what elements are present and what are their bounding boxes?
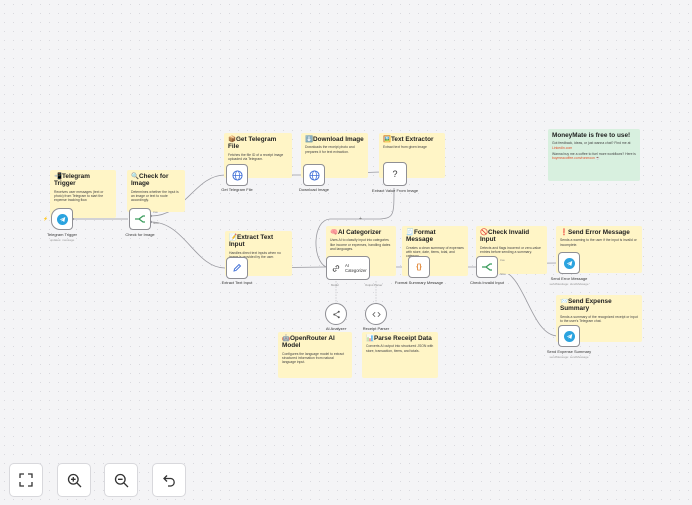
node-sub: sendMessage: sendMessage xyxy=(549,282,589,286)
note-desc: Determines whether the input is an image… xyxy=(131,189,179,203)
zoom-in-icon xyxy=(67,473,81,487)
coffee-link[interactable]: buymeacoffee.com/ronmoon xyxy=(552,156,595,160)
false-branch-label: false xyxy=(153,221,159,225)
share-nodes-icon xyxy=(332,310,340,318)
node-extract-value-from-image[interactable]: ? xyxy=(383,162,407,186)
parser-port-label: Output Parser xyxy=(365,283,383,287)
note-parse-receipt[interactable]: 📊Parse Receipt Data Converts AI output i… xyxy=(362,332,438,378)
if-icon xyxy=(482,263,492,271)
note-desc: Extract text from given image xyxy=(383,145,427,150)
node-send-error-message[interactable] xyxy=(558,252,580,274)
note-desc: Uses AI to classify input into categorie… xyxy=(330,238,391,251)
note-title: 📲Telegram Trigger xyxy=(54,173,90,188)
note-title: 📨Send Expense Summary xyxy=(560,298,612,313)
note-title: 📦Get Telegram File xyxy=(228,136,277,151)
node-label: Check for Image xyxy=(125,232,155,237)
linkedin-link[interactable]: LinkedIn.com xyxy=(552,146,572,150)
note-check-image[interactable]: 🔍Check for Image Determines whether the … xyxy=(127,170,185,212)
telegram-icon xyxy=(563,257,575,269)
note-title: 🤖OpenRouter AI Model xyxy=(282,335,335,350)
note-title: 🖼️Text Extractor xyxy=(383,136,434,143)
telegram-icon xyxy=(563,330,575,342)
node-label: Receipt Parser xyxy=(362,326,390,331)
note-desc: Wanna buy me a coffee to fuel more workf… xyxy=(552,152,636,161)
zoom-out-button[interactable] xyxy=(104,463,138,497)
workflow-canvas[interactable]: + ⚡ 📲Telegram Trigger Receives user mess… xyxy=(0,0,692,505)
note-desc: Sends a summary of the recognized receip… xyxy=(560,314,638,324)
zoom-out-icon xyxy=(114,473,128,487)
node-label: Download Image xyxy=(298,187,330,192)
globe-icon xyxy=(308,169,320,181)
note-moneymate[interactable]: MoneyMate is free to use! Got feedback, … xyxy=(548,129,640,181)
model-port-label: Model xyxy=(331,283,339,287)
note-desc: Got feedback, ideas, or just wanna chat?… xyxy=(552,141,636,150)
node-ai-categorizer[interactable]: AI Categorizer xyxy=(326,256,370,280)
pencil-icon xyxy=(233,263,242,272)
note-desc: Downloads the receipt photo and prepares… xyxy=(305,145,355,154)
node-label: Extract Value From Image xyxy=(371,188,419,193)
true-branch-label: true xyxy=(153,210,158,214)
node-label: Format Summary Message xyxy=(394,280,444,285)
coffee-emoji: ☕ xyxy=(595,156,601,161)
note-desc: Configures the language model to extract… xyxy=(282,351,345,365)
if-icon xyxy=(135,215,145,223)
note-title: 📝Extract Text Input xyxy=(229,234,274,249)
zoom-in-button[interactable] xyxy=(57,463,91,497)
node-inline-label: AI Categorizer xyxy=(345,263,367,273)
node-sub: sendMessage: sendMessage xyxy=(549,355,589,359)
note-title: ❗Send Error Message xyxy=(560,229,630,236)
node-telegram-trigger[interactable] xyxy=(51,208,73,230)
note-title: 🧾Format Message xyxy=(406,229,436,244)
fit-view-icon xyxy=(19,473,33,487)
note-title: ⬇️Download Image xyxy=(305,136,364,143)
note-title: 🧠AI Categorizer xyxy=(330,229,382,236)
node-download-image[interactable] xyxy=(303,164,325,186)
code-icon xyxy=(371,311,381,317)
node-label: Get Telegram File xyxy=(221,187,253,192)
node-label: Extract Text Input xyxy=(221,280,253,285)
true-branch-label: true xyxy=(500,258,505,262)
undo-button[interactable] xyxy=(152,463,186,497)
note-title: MoneyMate is free to use! xyxy=(552,132,631,139)
note-desc: Receives user messages (text or photo) f… xyxy=(54,189,104,203)
false-branch-label: false xyxy=(500,272,506,276)
note-title: 🚫Check Invalid Input xyxy=(480,229,530,244)
link-icon xyxy=(332,264,340,272)
node-sub: updates: message xyxy=(49,238,75,242)
node-ai-analyzer[interactable] xyxy=(325,303,347,325)
node-format-summary-message[interactable]: {} xyxy=(408,256,430,278)
note-title: 🔍Check for Image xyxy=(131,173,169,188)
fit-view-button[interactable] xyxy=(9,463,43,497)
telegram-icon xyxy=(56,213,68,225)
node-receipt-parser[interactable] xyxy=(365,303,387,325)
code-braces-icon: {} xyxy=(416,263,422,271)
note-openrouter[interactable]: 🤖OpenRouter AI Model Configures the lang… xyxy=(278,332,352,378)
globe-icon xyxy=(231,169,243,181)
undo-icon xyxy=(162,474,175,487)
node-send-expense-summary[interactable] xyxy=(558,325,580,347)
question-icon: ? xyxy=(392,169,398,179)
node-check-image[interactable] xyxy=(129,208,151,230)
node-check-invalid-input[interactable] xyxy=(476,256,498,278)
note-title: 📊Parse Receipt Data xyxy=(366,335,432,342)
note-desc: Fetches the file ID of a receipt image u… xyxy=(228,152,284,162)
note-desc: Detects and flags incorrect or zero-valu… xyxy=(480,245,541,255)
node-label: Check Invalid Input xyxy=(469,280,505,285)
node-extract-text-input[interactable] xyxy=(226,257,248,279)
node-get-telegram-file[interactable] xyxy=(226,164,248,186)
svg-text:+: + xyxy=(359,216,362,222)
svg-text:⚡: ⚡ xyxy=(43,216,48,221)
note-desc: Converts AI output into structured JSON … xyxy=(366,344,434,353)
note-desc: Sends a warning to the user if the input… xyxy=(560,238,637,247)
